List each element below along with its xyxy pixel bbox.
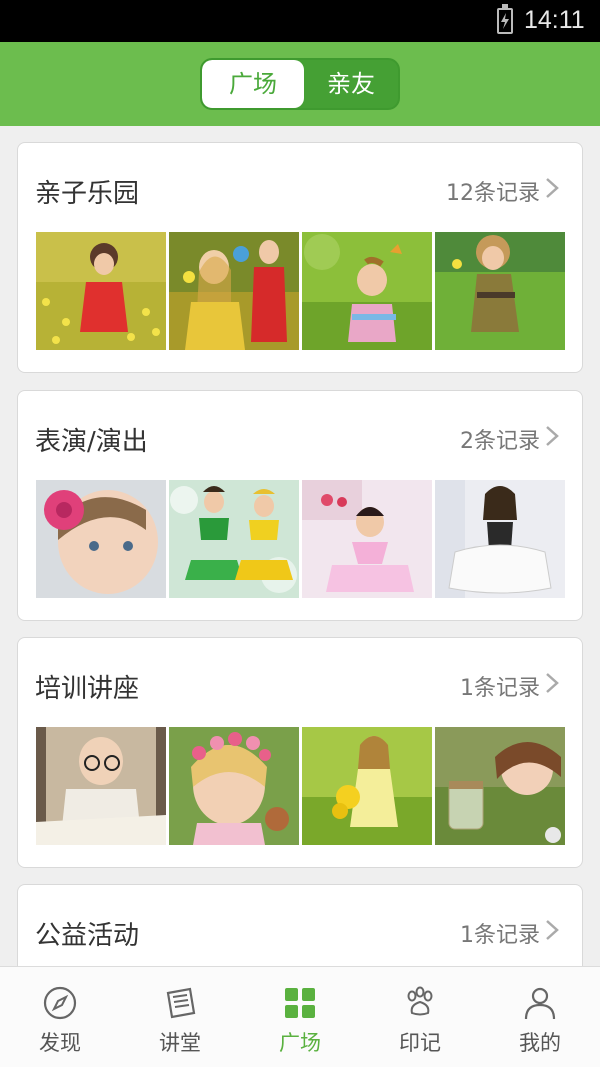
- section-card-parent-child[interactable]: 亲子乐园 12条记录: [17, 142, 583, 373]
- photo-strip: [36, 480, 566, 598]
- person-icon: [524, 987, 556, 1020]
- section-title: 表演/演出: [35, 427, 148, 457]
- chevron-right-icon: [546, 426, 559, 446]
- nav-memories[interactable]: 印记: [360, 967, 480, 1067]
- section-title: 亲子乐园: [35, 179, 140, 209]
- photo-thumbnail[interactable]: [435, 480, 565, 598]
- segmented-control: 广场 亲友: [200, 58, 400, 110]
- battery-charging-icon: [497, 4, 513, 34]
- tab-friends[interactable]: 亲友: [304, 60, 398, 108]
- top-header: 广场 亲友: [0, 42, 600, 126]
- feed-content[interactable]: 亲子乐园 12条记录 表演/演出 2条记录 培训讲座 1条记录 公益活动 1条记…: [0, 126, 600, 966]
- photo-strip: [36, 232, 566, 350]
- nav-label: 广场: [279, 1031, 321, 1055]
- section-card-charity[interactable]: 公益活动 1条记录: [17, 884, 583, 966]
- photo-thumbnail[interactable]: [36, 727, 166, 845]
- status-time: 14:11: [524, 6, 585, 34]
- record-count: 2条记录: [460, 429, 540, 454]
- nav-label: 印记: [399, 1031, 441, 1055]
- status-bar: 14:11: [0, 0, 600, 42]
- photo-strip: [36, 727, 566, 845]
- grid-icon: [285, 988, 315, 1018]
- photo-thumbnail[interactable]: [302, 232, 432, 350]
- nav-label: 讲堂: [159, 1031, 201, 1055]
- tab-square[interactable]: 广场: [202, 60, 304, 108]
- photo-thumbnail[interactable]: [36, 232, 166, 350]
- photo-thumbnail[interactable]: [435, 727, 565, 845]
- record-count: 12条记录: [446, 181, 540, 206]
- photo-thumbnail[interactable]: [169, 232, 299, 350]
- nav-label: 我的: [519, 1031, 561, 1055]
- photo-thumbnail[interactable]: [36, 480, 166, 598]
- compass-icon: [43, 986, 77, 1020]
- newspaper-icon: [166, 987, 196, 1019]
- record-count: 1条记录: [460, 676, 540, 701]
- nav-profile[interactable]: 我的: [480, 967, 600, 1067]
- photo-thumbnail[interactable]: [169, 480, 299, 598]
- section-title: 公益活动: [35, 921, 140, 951]
- section-card-training[interactable]: 培训讲座 1条记录: [17, 637, 583, 868]
- record-count: 1条记录: [460, 923, 540, 948]
- nav-lecture[interactable]: 讲堂: [120, 967, 240, 1067]
- photo-thumbnail[interactable]: [302, 480, 432, 598]
- chevron-right-icon: [546, 673, 559, 693]
- paw-icon: [407, 986, 433, 1016]
- nav-square[interactable]: 广场: [240, 967, 360, 1067]
- photo-thumbnail[interactable]: [435, 232, 565, 350]
- chevron-right-icon: [546, 178, 559, 198]
- chevron-right-icon: [546, 920, 559, 940]
- nav-label: 发现: [39, 1031, 81, 1055]
- section-title: 培训讲座: [35, 674, 140, 704]
- bottom-nav: 发现 讲堂 广场 印记 我的: [0, 966, 600, 1067]
- section-card-performance[interactable]: 表演/演出 2条记录: [17, 390, 583, 621]
- photo-thumbnail[interactable]: [169, 727, 299, 845]
- nav-discover[interactable]: 发现: [0, 967, 120, 1067]
- photo-thumbnail[interactable]: [302, 727, 432, 845]
